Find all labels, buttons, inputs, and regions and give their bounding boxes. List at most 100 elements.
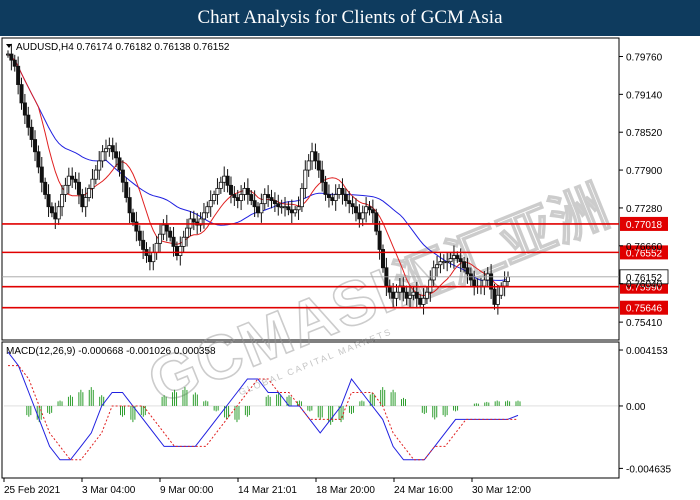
candle-body: [408, 294, 413, 299]
candle-body: [377, 230, 382, 250]
candle-body: [330, 197, 335, 202]
candle-body: [117, 157, 122, 171]
time-tick-label: 18 Mar 20:00: [316, 485, 375, 496]
candle-body: [374, 212, 379, 232]
banner-title: Chart Analysis for Clients of GCM Asia: [197, 7, 503, 28]
candle-body: [418, 297, 423, 305]
candle-body: [337, 187, 342, 195]
candle-body: [232, 194, 237, 198]
candle-body: [482, 279, 487, 287]
candle-body: [343, 194, 348, 202]
chart-area: GCMASIA汇汇亚洲GLOBAL CAPITAL MARKETS 0.7701…: [1, 37, 671, 496]
candle-body: [235, 197, 240, 202]
candle-body: [26, 114, 31, 128]
candle-body: [161, 224, 166, 235]
candle-body: [225, 175, 230, 186]
macd-tick-label: 0.004153: [626, 346, 668, 357]
candle-body: [124, 181, 129, 198]
candle-body: [29, 126, 34, 140]
candle-body: [151, 252, 156, 263]
candle-body: [39, 166, 44, 183]
candle-body: [299, 187, 304, 208]
candle-body: [56, 206, 61, 220]
candle-body: [130, 212, 135, 223]
candle-body: [326, 194, 331, 198]
candle-body: [80, 194, 85, 208]
candle-body: [171, 236, 176, 247]
candle-body: [66, 175, 71, 186]
level-label: 0.75646: [626, 304, 663, 315]
candle-body: [431, 267, 436, 281]
candle-body: [181, 236, 186, 247]
candle-body: [262, 194, 267, 205]
candle-body: [205, 206, 210, 214]
candle-body: [306, 160, 311, 171]
time-tick-label: 25 Feb 2021: [4, 485, 61, 496]
candle-body: [502, 281, 507, 287]
time-tick-label: 3 Mar 04:00: [82, 485, 136, 496]
time-tick-label: 30 Mar 12:00: [472, 485, 531, 496]
candle-body: [465, 267, 470, 275]
candle-body: [283, 206, 288, 209]
candle-body: [347, 200, 352, 205]
candle-body: [259, 203, 264, 214]
candle-body: [320, 169, 325, 183]
candle-body: [455, 255, 460, 260]
price-tick-label: 0.78520: [626, 128, 663, 139]
candle-body: [16, 65, 21, 85]
candle-body: [9, 53, 14, 61]
candle-body: [370, 209, 375, 214]
candle-body: [63, 184, 68, 195]
candle-body: [411, 291, 416, 296]
candle-body: [286, 206, 291, 211]
price-tick-label: 0.77900: [626, 166, 663, 177]
price-tick-label: 0.76660: [626, 242, 663, 253]
candle-body: [120, 169, 125, 183]
candle-body: [255, 206, 260, 214]
candle-body: [212, 194, 217, 202]
candle-body: [174, 246, 179, 256]
candle-body: [360, 212, 365, 220]
candle-body: [73, 178, 78, 183]
candle-body: [141, 239, 146, 250]
level-label: 0.77018: [626, 220, 663, 231]
candle-body: [87, 187, 92, 198]
candle-body: [394, 291, 399, 299]
candle-body: [164, 224, 169, 232]
candle-body: [404, 291, 409, 299]
candle-body: [350, 203, 355, 208]
candle-body: [448, 258, 453, 263]
candle-body: [178, 246, 183, 256]
candle-body: [19, 84, 24, 104]
candle-body: [100, 151, 105, 162]
time-tick-label: 24 Mar 16:00: [394, 485, 453, 496]
candle-body: [53, 212, 58, 220]
candle-body: [340, 187, 345, 195]
candle: [374, 208, 379, 236]
macd-header: MACD(12,26,9) -0.000668 -0.001026 0.0003…: [6, 346, 216, 357]
candle-body: [424, 291, 429, 299]
price-tick-label: 0.76040: [626, 280, 663, 291]
candle-body: [33, 139, 38, 153]
candle-body: [215, 187, 220, 195]
candle-body: [445, 261, 450, 264]
candle-body: [272, 200, 277, 205]
candle-body: [49, 206, 54, 214]
candle-body: [252, 200, 257, 208]
candle-body: [43, 181, 48, 195]
price-tick-label: 0.79760: [626, 52, 663, 63]
candle-body: [421, 297, 426, 305]
candle-body: [114, 151, 119, 159]
candle-body: [441, 261, 446, 264]
candle-body: [313, 151, 318, 162]
candle-body: [191, 218, 196, 223]
candle-body: [316, 160, 321, 171]
price-tick-label: 0.79140: [626, 90, 663, 101]
candle-body: [185, 227, 190, 238]
candle-body: [296, 206, 301, 211]
candle-body: [245, 187, 250, 195]
candle-body: [353, 206, 358, 214]
candle-body: [46, 194, 51, 208]
candle-body: [492, 288, 497, 305]
candle-body: [505, 276, 510, 282]
